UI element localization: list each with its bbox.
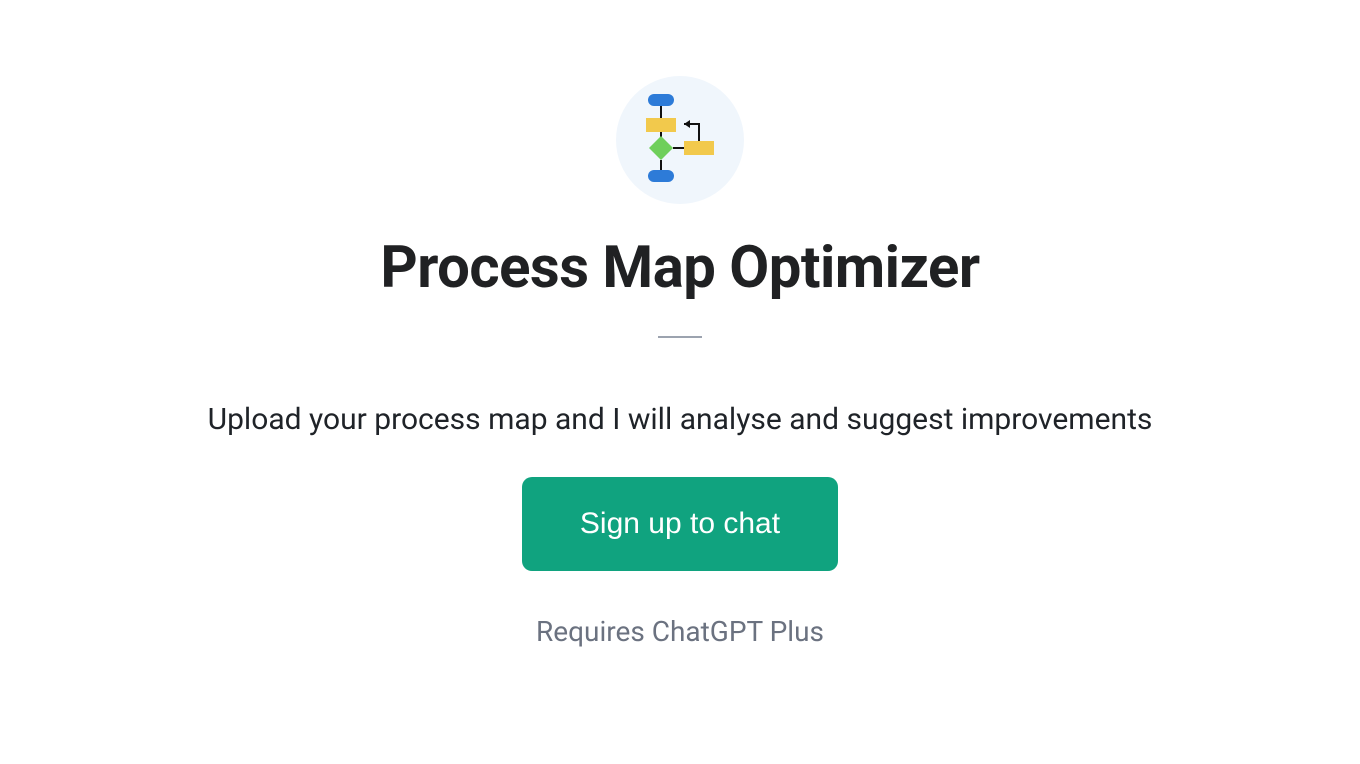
app-description: Upload your process map and I will analy…	[208, 402, 1153, 437]
divider	[658, 336, 702, 338]
signup-button[interactable]: Sign up to chat	[522, 477, 838, 571]
flowchart-icon	[640, 90, 720, 190]
requires-text: Requires ChatGPT Plus	[536, 615, 824, 648]
app-icon	[616, 76, 744, 204]
app-title: Process Map Optimizer	[380, 234, 979, 302]
